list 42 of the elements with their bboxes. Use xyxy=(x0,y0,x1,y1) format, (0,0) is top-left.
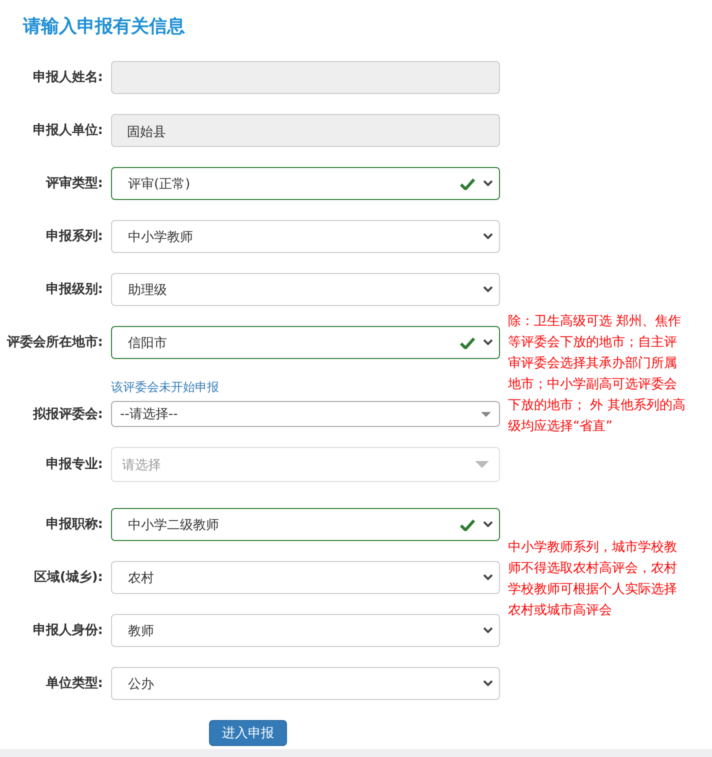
chevron-down-icon xyxy=(483,233,493,240)
chevron-down-icon xyxy=(483,180,493,187)
note-text: 除：卫生高级可选 郑州、焦作等评委会下放的地市；自主评审评委会选择其承办部门所属地市；中小学副高可选评委会下放的地市； 外 其他系列的高级均应选择“省直” xyxy=(508,313,686,436)
chevron-down-icon xyxy=(483,574,493,581)
field-label: 申报职称: xyxy=(44,516,103,533)
select-field[interactable]: 公办 xyxy=(111,667,500,700)
field-label: 单位类型: xyxy=(44,675,103,692)
chevron-down-icon xyxy=(483,627,493,634)
field-label: 区域(城乡): xyxy=(32,569,103,586)
field-label: 申报级别: xyxy=(44,281,103,298)
note-text: 中小学教师系列，城市学校教师不得选取农村高评会，农村学校教师可根据个人实际选择农村或城市高评会 xyxy=(508,539,678,620)
field-label: 申报人单位: xyxy=(32,122,103,139)
chevron-down-icon xyxy=(483,339,493,346)
caret-down-icon xyxy=(475,461,489,468)
hint-text: 该评委会未开始申报 xyxy=(111,379,220,396)
chevron-down-icon xyxy=(483,680,493,687)
select-field[interactable]: 农村 xyxy=(111,561,500,594)
check-icon xyxy=(460,518,475,530)
select-field[interactable]: 教师 xyxy=(111,614,500,647)
select-field: 请选择 xyxy=(111,447,500,482)
select-field[interactable]: 中小学二级教师 xyxy=(111,508,500,541)
field-label: 申报系列: xyxy=(44,228,103,245)
field-label: 申报人姓名: xyxy=(32,69,103,86)
select-field[interactable]: 助理级 xyxy=(111,273,500,306)
field-label: 拟报评委会: xyxy=(32,406,103,424)
text-field[interactable] xyxy=(111,61,500,94)
select-field[interactable]: 信阳市 xyxy=(111,326,500,359)
field-label: 申报人身份: xyxy=(32,622,103,639)
caret-down-icon xyxy=(481,412,491,416)
check-icon xyxy=(460,336,475,348)
check-icon xyxy=(460,178,475,190)
chevron-down-icon xyxy=(483,521,493,528)
select-field[interactable]: 中小学教师 xyxy=(111,220,500,253)
submit-button[interactable]: 进入申报 xyxy=(209,720,287,746)
select-field[interactable]: 评审(正常) xyxy=(111,167,500,200)
select-field[interactable]: --请选择-- xyxy=(111,401,500,427)
field-label: 评审类型: xyxy=(44,175,103,192)
field-label: 申报专业: xyxy=(44,456,103,473)
chevron-down-icon xyxy=(483,286,493,293)
form-title: 请输入申报有关信息 xyxy=(23,15,185,38)
text-field[interactable]: 固始县 xyxy=(111,114,500,147)
field-label: 评委会所在地市: xyxy=(6,334,103,351)
